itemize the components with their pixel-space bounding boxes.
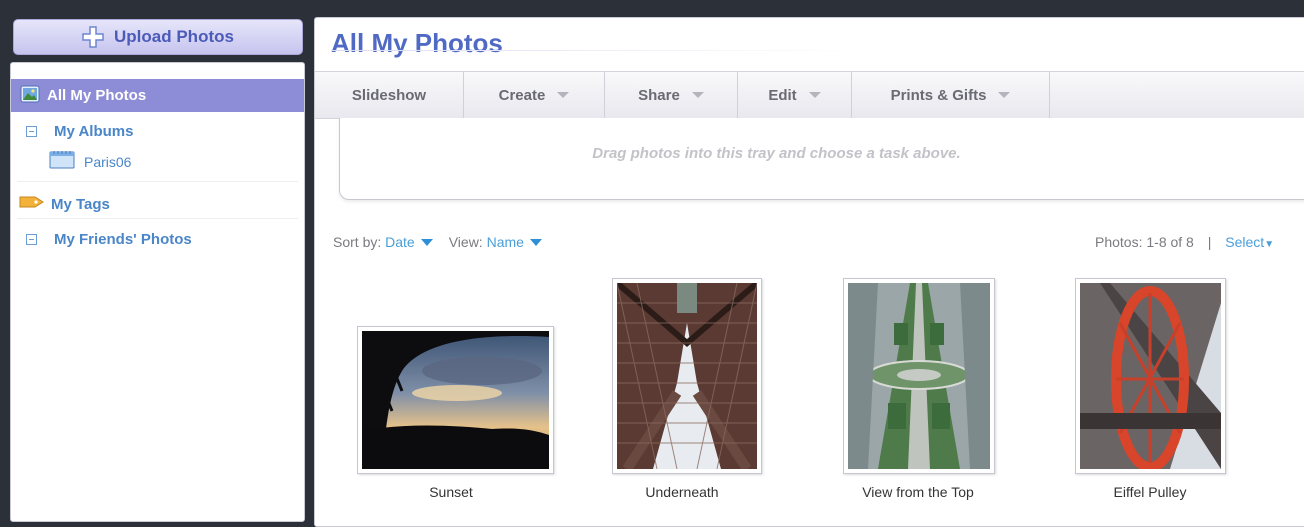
underneath-image (615, 280, 759, 472)
album-icon (49, 151, 75, 172)
chevron-down-icon (998, 92, 1011, 98)
sidebar-item-label: My Friends' Photos (54, 231, 192, 248)
tag-icon (19, 194, 45, 214)
photo-thumbnail-view-from-the-top[interactable] (843, 278, 995, 474)
photo-thumbnail-eiffel-pulley[interactable] (1075, 278, 1226, 474)
collapse-icon (26, 126, 37, 137)
photos-icon (20, 85, 40, 107)
chevron-down-icon (557, 92, 570, 98)
prints-gifts-menu-button[interactable]: Prints & Gifts (852, 72, 1050, 118)
photo-caption[interactable]: Sunset (351, 484, 551, 500)
sidebar-item-label: My Albums (54, 123, 134, 140)
create-label: Create (498, 86, 546, 104)
divider (17, 181, 298, 182)
sidebar-item-label: All My Photos (47, 87, 147, 104)
photo-caption[interactable]: View from the Top (818, 484, 1018, 500)
share-menu-button[interactable]: Share (605, 72, 738, 118)
sort-dropdown[interactable]: Date (385, 234, 415, 250)
photo-caption[interactable]: Eiffel Pulley (1050, 484, 1250, 500)
photo-count: Photos: 1-8 of 8 (1095, 234, 1194, 250)
caret-down-icon[interactable] (420, 238, 433, 246)
sort-label: Sort by: (333, 234, 382, 250)
page-title: All My Photos (331, 28, 503, 58)
caret-down-icon[interactable] (529, 238, 542, 246)
view-from-the-top-image (848, 283, 990, 469)
view-label: View: (448, 234, 483, 250)
share-label: Share (638, 86, 680, 104)
create-menu-button[interactable]: Create (464, 72, 605, 118)
upload-photos-button[interactable]: Upload Photos (13, 19, 303, 55)
sidebar-item-my-friends-photos[interactable]: My Friends' Photos (11, 231, 304, 248)
toolbar: Slideshow Create Share Edit Prints & Gif… (315, 71, 1304, 119)
collapse-icon (26, 234, 37, 245)
title-divider (331, 50, 861, 51)
sidebar-item-label: My Tags (51, 195, 110, 213)
sunset-image (362, 331, 549, 469)
select-dropdown[interactable]: Select (1225, 234, 1264, 250)
slideshow-label: Slideshow (351, 86, 427, 104)
sort-view-bar: Sort by: Date View: Name (333, 234, 558, 250)
photo-tray[interactable]: Drag photos into this tray and choose a … (339, 118, 1304, 200)
edit-label: Edit (768, 86, 797, 104)
divider (17, 218, 298, 219)
caret-down-icon[interactable]: ▼ (1264, 239, 1274, 250)
photo-thumbnail-sunset[interactable] (357, 326, 554, 474)
album-label: Paris06 (84, 153, 132, 170)
view-dropdown[interactable]: Name (487, 234, 524, 250)
prints-gifts-label: Prints & Gifts (890, 86, 987, 104)
sidebar-item-my-tags[interactable]: My Tags (11, 194, 304, 214)
album-paris06[interactable]: Paris06 (49, 151, 131, 172)
upload-photos-label: Upload Photos (114, 27, 234, 46)
slideshow-button[interactable]: Slideshow (315, 72, 464, 118)
plus-icon (82, 26, 104, 48)
photo-caption[interactable]: Underneath (582, 484, 782, 500)
chevron-down-icon (808, 92, 821, 98)
sidebar: All My Photos My Albums Paris06 My Tags … (10, 62, 305, 522)
tray-hint: Drag photos into this tray and choose a … (592, 145, 961, 162)
photo-count-bar: Photos: 1-8 of 8 | Select▼ (1095, 234, 1274, 250)
edit-menu-button[interactable]: Edit (738, 72, 852, 118)
chevron-down-icon (691, 92, 704, 98)
photo-thumbnail-underneath[interactable] (612, 278, 762, 474)
sidebar-item-all-my-photos[interactable]: All My Photos (11, 79, 304, 112)
separator: | (1207, 234, 1212, 250)
eiffel-pulley-image (1080, 283, 1221, 472)
sidebar-item-my-albums[interactable]: My Albums (11, 123, 304, 140)
